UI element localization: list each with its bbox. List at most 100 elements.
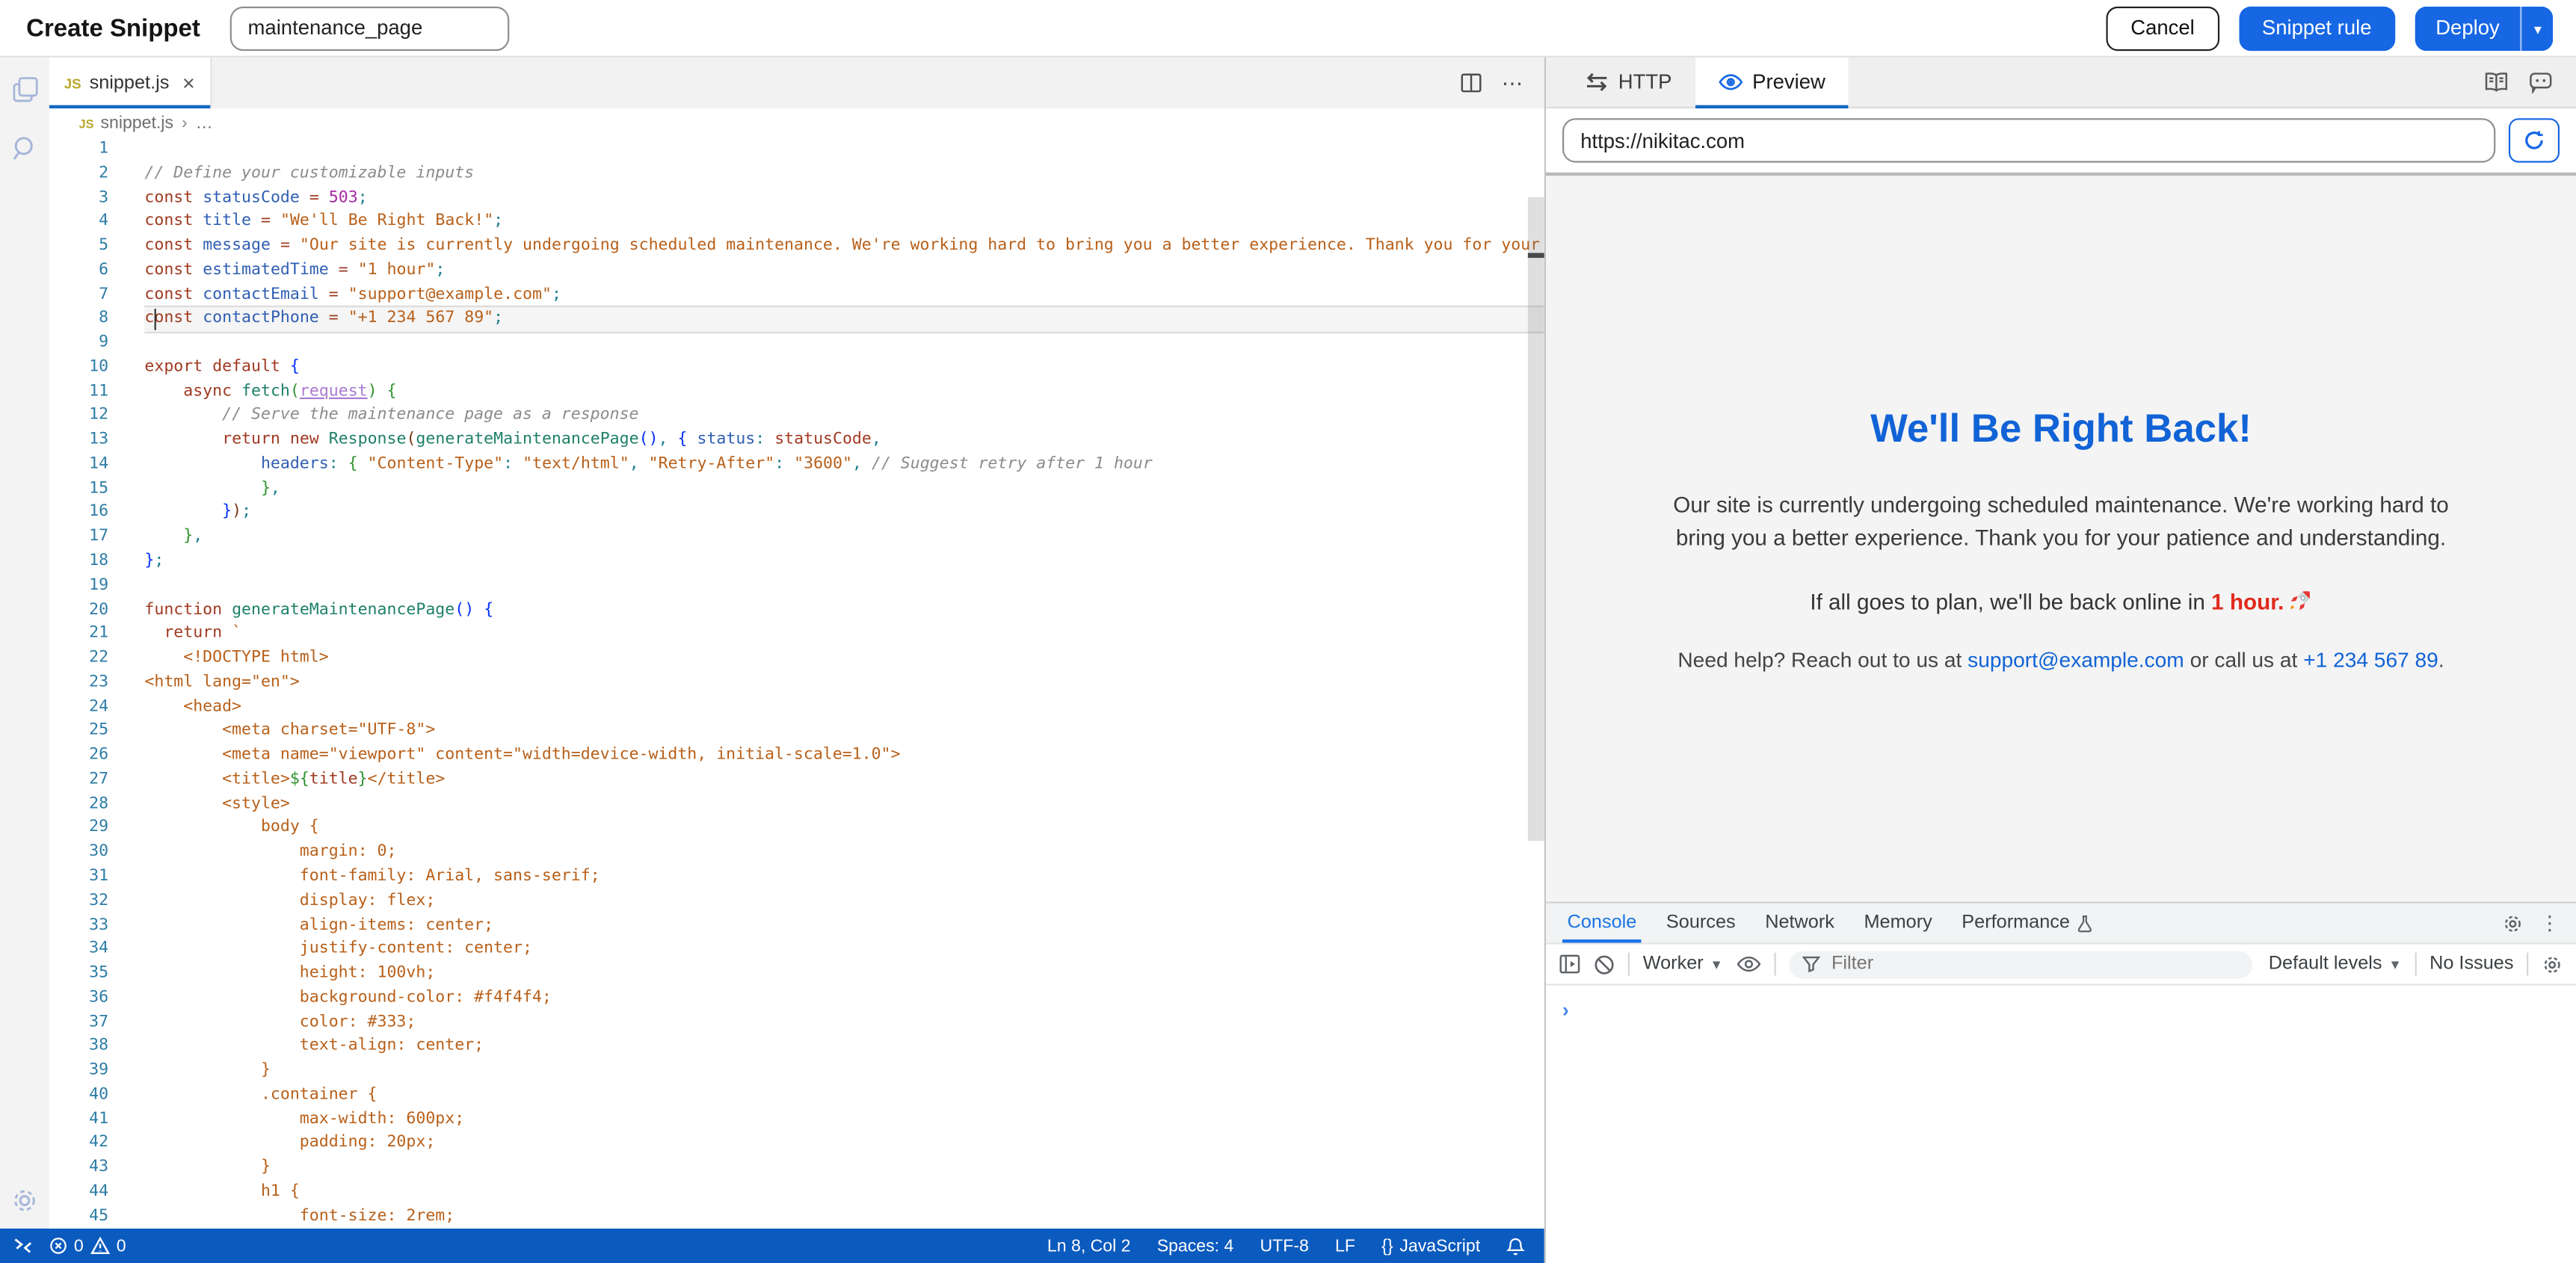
line-number[interactable]: 17 [49,526,108,550]
phone-link[interactable]: +1 234 567 89 [2303,646,2438,671]
encoding-indicator[interactable]: UTF-8 [1260,1236,1309,1256]
line-number[interactable]: 32 [49,890,108,914]
line-number[interactable]: 6 [49,259,108,283]
line-number[interactable]: 12 [49,405,108,429]
line-number[interactable]: 34 [49,938,108,962]
support-email-link[interactable]: support@example.com [1968,646,2184,671]
deploy-button[interactable]: Deploy [2415,6,2521,50]
code-lines[interactable]: // Define your customizable inputsconst … [122,138,1544,1229]
line-number[interactable]: 23 [49,672,108,696]
more-actions-icon[interactable]: ⋯ [1502,70,1525,96]
log-levels-dropdown[interactable]: Default levels▼ [2269,954,2402,974]
line-number[interactable]: 44 [49,1181,108,1205]
line-number[interactable]: 45 [49,1205,108,1228]
cancel-button[interactable]: Cancel [2106,6,2219,50]
line-number[interactable]: 35 [49,963,108,986]
discord-chat-icon[interactable] [2528,71,2553,94]
devtools-tab-memory[interactable]: Memory [1849,904,1947,943]
line-number[interactable]: 42 [49,1132,108,1156]
line-number[interactable]: 29 [49,817,108,841]
line-number[interactable]: 9 [49,332,108,356]
line-number[interactable]: 3 [49,187,108,211]
line-number[interactable]: 10 [49,356,108,380]
preview-url-input[interactable] [1562,118,2495,162]
close-icon[interactable]: × [182,72,195,94]
devtools-tab-sources[interactable]: Sources [1651,904,1750,943]
line-number[interactable]: 30 [49,842,108,865]
line-number[interactable]: 43 [49,1157,108,1181]
devtools-tab-console[interactable]: Console [1553,904,1651,943]
line-number[interactable]: 24 [49,696,108,720]
deploy-options-button[interactable]: ▾ [2521,6,2553,50]
snippet-name-input[interactable] [229,6,509,50]
problems-indicator[interactable]: 0 0 [49,1236,126,1256]
live-expression-eye-icon[interactable] [1736,954,1760,974]
line-number[interactable]: 5 [49,235,108,259]
files-icon[interactable] [10,74,38,104]
devtools-more-icon[interactable]: ⋮ [2540,913,2560,933]
issues-counter[interactable]: No Issues [2429,954,2513,974]
line-number[interactable]: 7 [49,283,108,307]
eye-icon [1718,72,1743,92]
line-col-indicator[interactable]: Ln 8, Col 2 [1047,1236,1131,1256]
text-cursor [153,309,155,331]
tab-preview[interactable]: Preview [1695,58,1848,107]
line-number[interactable]: 28 [49,793,108,817]
language-indicator[interactable]: {} JavaScript [1381,1236,1480,1256]
editor-scrollbar[interactable] [1528,138,1544,1229]
line-number[interactable]: 33 [49,914,108,938]
notifications-bell-icon[interactable] [1506,1236,1524,1256]
eol-indicator[interactable]: LF [1335,1236,1355,1256]
console-filter[interactable] [1789,950,2252,978]
line-number[interactable]: 11 [49,380,108,404]
devtools-tab-performance[interactable]: Performance [1947,904,2108,943]
code-editor[interactable]: 1234567891011121314151617181920212223242… [49,138,1544,1229]
devtools-tab-network[interactable]: Network [1750,904,1849,943]
activity-bar [0,58,49,1229]
breadcrumb[interactable]: JS snippet.js › … [49,108,1544,138]
code-line: <!DOCTYPE html> [144,647,1544,671]
line-number[interactable]: 16 [49,501,108,525]
line-number[interactable]: 22 [49,647,108,671]
line-number[interactable]: 14 [49,453,108,477]
code-line: <head> [144,696,1544,720]
line-number[interactable]: 19 [49,575,108,599]
line-number[interactable]: 27 [49,768,108,792]
console-output[interactable]: › [1546,986,2576,1263]
line-number[interactable]: 1 [49,138,108,162]
line-number[interactable]: 31 [49,865,108,889]
line-number[interactable]: 18 [49,550,108,574]
settings-gear-icon[interactable] [10,1186,40,1216]
console-settings-gear-icon[interactable] [2542,954,2563,975]
devtools-settings-gear-icon[interactable] [2502,912,2524,934]
snippet-rule-button[interactable]: Snippet rule [2239,6,2394,50]
console-sidebar-toggle-icon[interactable] [1559,954,1581,974]
line-number[interactable]: 2 [49,162,108,186]
line-number[interactable]: 39 [49,1060,108,1084]
execution-context-dropdown[interactable]: Worker▼ [1643,954,1723,974]
line-number[interactable]: 8 [49,308,108,332]
remote-indicator-icon[interactable] [13,1237,33,1255]
refresh-button[interactable] [2509,118,2560,162]
line-number[interactable]: 4 [49,211,108,235]
line-number[interactable]: 26 [49,744,108,768]
line-number[interactable]: 41 [49,1108,108,1132]
line-number[interactable]: 20 [49,599,108,623]
line-number[interactable]: 15 [49,478,108,501]
line-number[interactable]: 38 [49,1035,108,1059]
indentation-indicator[interactable]: Spaces: 4 [1157,1236,1234,1256]
search-icon[interactable] [10,133,38,163]
tab-snippet-js[interactable]: JS snippet.js × [49,58,212,108]
line-number[interactable]: 21 [49,623,108,647]
line-number[interactable]: 13 [49,429,108,453]
split-editor-icon[interactable] [1461,72,1482,94]
filter-input[interactable] [1828,953,2240,976]
line-number[interactable]: 25 [49,720,108,744]
docs-book-icon[interactable] [2484,71,2509,94]
line-number[interactable]: 36 [49,986,108,1010]
clear-console-icon[interactable] [1594,954,1615,975]
line-number[interactable]: 40 [49,1084,108,1108]
scrollbar-thumb[interactable] [1528,197,1544,842]
line-number[interactable]: 37 [49,1011,108,1035]
tab-http[interactable]: HTTP [1562,58,1695,107]
